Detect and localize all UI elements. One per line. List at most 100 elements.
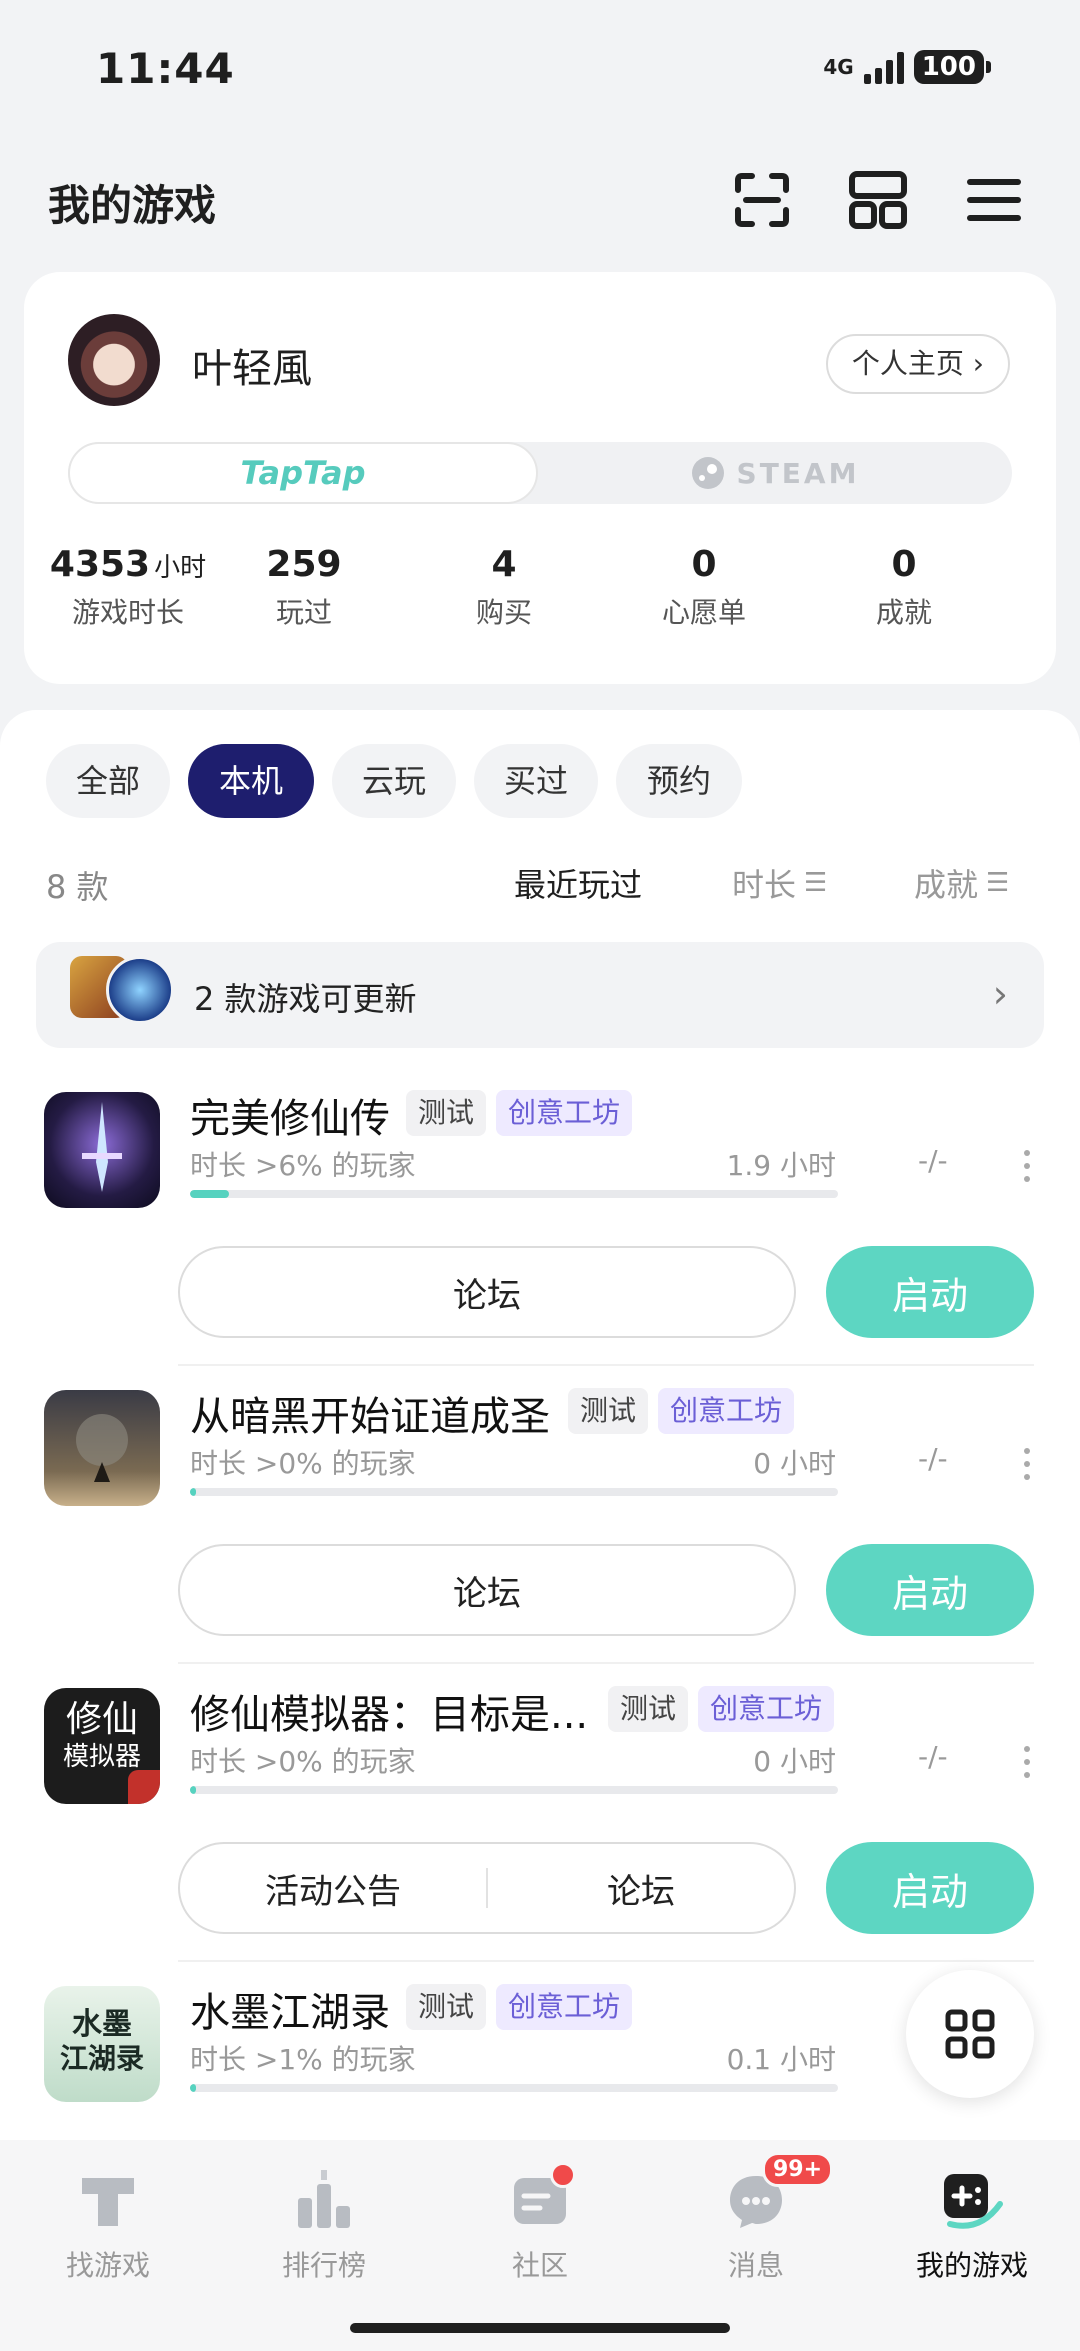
homepage-button[interactable]: 个人主页 › xyxy=(825,334,1010,394)
taptap-tab[interactable]: TapTap xyxy=(68,442,538,504)
stat-label: 玩过 xyxy=(275,596,332,629)
sort-recent[interactable]: 最近玩过 xyxy=(514,860,642,906)
home-indicator xyxy=(350,2323,730,2333)
status-icons: 4G 100 xyxy=(823,50,992,84)
nav-messages[interactable]: 99+ 消息 xyxy=(648,2152,864,2284)
more-options-icon[interactable] xyxy=(1024,1150,1030,1189)
playtime-rank: 时长 >6% 的玩家 xyxy=(190,1149,416,1182)
forum-label: 论坛 xyxy=(453,1573,521,1614)
tag-test: 测试 xyxy=(406,1984,487,2030)
playtime-bar-fill xyxy=(190,1488,197,1496)
platform-toggle: TapTap STEAM xyxy=(68,442,1012,504)
sort-label: 最近玩过 xyxy=(514,866,643,904)
game-icon[interactable]: 修仙 模拟器 xyxy=(44,1688,160,1804)
stat-purchased[interactable]: 4 购买 xyxy=(404,544,604,631)
bottom-nav: 找游戏 排行榜 社区 99+ 消息 我的游戏 xyxy=(0,2140,1080,2351)
floating-grid-button[interactable] xyxy=(906,1970,1034,2098)
announcement-button[interactable]: 活动公告 xyxy=(180,1864,486,1913)
grid-icon xyxy=(945,2009,995,2059)
nav-label: 我的游戏 xyxy=(915,2249,1028,2282)
playtime-bar xyxy=(190,1786,838,1794)
game-list-panel: 全部 本机 云玩 买过 预约 8 款 最近玩过 时长 ☰ 成就 ☰ 2 款游戏可更新… xyxy=(0,710,1080,2140)
stat-label: 游戏时长 xyxy=(71,596,184,629)
tag-workshop[interactable]: 创意工坊 xyxy=(496,1984,633,2030)
launch-button[interactable]: 启动 xyxy=(826,1544,1034,1636)
sort-label: 时长 xyxy=(732,866,797,904)
steam-icon xyxy=(691,457,724,489)
nav-label: 消息 xyxy=(727,2249,784,2282)
tag-workshop[interactable]: 创意工坊 xyxy=(496,1090,633,1136)
button-group: 活动公告 论坛 xyxy=(178,1842,796,1934)
my-games-icon xyxy=(940,2168,1004,2232)
forum-label: 论坛 xyxy=(453,1275,521,1316)
filter-chip-reserved[interactable]: 预约 xyxy=(616,744,742,818)
achievement-progress: -/- xyxy=(918,1144,948,1177)
tag-workshop[interactable]: 创意工坊 xyxy=(698,1686,835,1732)
stat-achievements[interactable]: 0 成就 xyxy=(804,544,1004,631)
signal-icon xyxy=(863,50,904,84)
game-thumb-icon xyxy=(106,956,174,1024)
playtime-bar xyxy=(190,2084,838,2092)
more-options-icon[interactable] xyxy=(1024,1746,1030,1785)
ranking-icon xyxy=(292,2168,356,2232)
playtime-bar-fill xyxy=(190,1786,197,1794)
stat-playtime[interactable]: 4353 小时 游戏时长 xyxy=(28,544,228,631)
game-title[interactable]: 完美修仙传 xyxy=(190,1086,390,1144)
playtime-hours: 0 小时 xyxy=(753,1745,836,1778)
game-title[interactable]: 水墨江湖录 xyxy=(190,1980,390,2038)
filter-chip-cloud[interactable]: 云玩 xyxy=(332,744,456,818)
chevron-right-icon: › xyxy=(972,347,984,380)
filter-chip-all[interactable]: 全部 xyxy=(46,744,170,818)
sort-icon: ☰ xyxy=(986,868,1010,898)
steam-tab[interactable]: STEAM xyxy=(538,442,1012,504)
game-count: 8 款 xyxy=(46,868,109,906)
sort-playtime[interactable]: 时长 ☰ xyxy=(732,860,827,906)
stat-played[interactable]: 259 玩过 xyxy=(204,544,404,631)
filter-chip-local[interactable]: 本机 xyxy=(188,744,314,818)
scan-icon[interactable] xyxy=(732,170,792,230)
menu-icon[interactable] xyxy=(964,170,1024,230)
game-item: 从暗黑开始证道成圣 测试 创意工坊 时长 >0% 的玩家 0 小时 -/- 论坛… xyxy=(0,1366,1080,1664)
nav-find-games[interactable]: 找游戏 xyxy=(0,2168,216,2284)
sort-label: 成就 xyxy=(914,866,979,904)
layout-icon[interactable] xyxy=(848,170,908,230)
profile-card: 叶轻風 个人主页 › TapTap STEAM 4353 小时 游戏时长 259 … xyxy=(24,272,1056,684)
stat-label: 成就 xyxy=(875,596,932,629)
game-icon[interactable] xyxy=(44,1092,160,1208)
nav-label: 社区 xyxy=(511,2249,568,2282)
playtime-rank: 时长 >1% 的玩家 xyxy=(190,2043,416,2076)
forum-button[interactable]: 论坛 xyxy=(178,1246,796,1338)
playtime-bar-fill xyxy=(190,1190,229,1198)
message-badge: 99+ xyxy=(762,2152,834,2187)
more-options-icon[interactable] xyxy=(1024,1448,1030,1487)
forum-button[interactable]: 论坛 xyxy=(178,1544,796,1636)
avatar[interactable] xyxy=(68,314,160,406)
nav-ranking[interactable]: 排行榜 xyxy=(216,2168,432,2284)
sort-achievement[interactable]: 成就 ☰ xyxy=(914,860,1009,906)
update-banner[interactable]: 2 款游戏可更新 › xyxy=(36,942,1044,1048)
tag-test: 测试 xyxy=(406,1090,487,1136)
launch-button[interactable]: 启动 xyxy=(826,1246,1034,1338)
game-icon[interactable]: 水墨 江湖录 xyxy=(44,1986,160,2102)
playtime-bar xyxy=(190,1190,838,1198)
game-title[interactable]: 从暗黑开始证道成圣 xyxy=(190,1384,550,1442)
nav-community[interactable]: 社区 xyxy=(432,2162,648,2284)
sort-icon: ☰ xyxy=(804,868,828,898)
status-time: 11:44 xyxy=(96,44,235,93)
playtime-hours: 0 小时 xyxy=(753,1447,836,1480)
filter-chip-bought[interactable]: 买过 xyxy=(474,744,598,818)
stat-wishlist[interactable]: 0 心愿单 xyxy=(604,544,804,631)
nav-label: 排行榜 xyxy=(281,2249,366,2282)
game-icon[interactable] xyxy=(44,1390,160,1506)
game-title[interactable]: 修仙模拟器：目标是... xyxy=(190,1682,588,1740)
achievement-progress: -/- xyxy=(918,1442,948,1475)
playtime-hours: 0.1 小时 xyxy=(726,2043,836,2076)
nav-my-games[interactable]: 我的游戏 xyxy=(864,2168,1080,2284)
messages-icon: 99+ xyxy=(724,2152,834,2232)
game-item: 完美修仙传 测试 创意工坊 时长 >6% 的玩家 1.9 小时 -/- 论坛 启… xyxy=(0,1068,1080,1366)
nav-label: 找游戏 xyxy=(65,2249,150,2282)
launch-button[interactable]: 启动 xyxy=(826,1842,1034,1934)
forum-button[interactable]: 论坛 xyxy=(488,1864,794,1913)
tag-workshop[interactable]: 创意工坊 xyxy=(658,1388,795,1434)
find-games-icon xyxy=(76,2168,140,2232)
